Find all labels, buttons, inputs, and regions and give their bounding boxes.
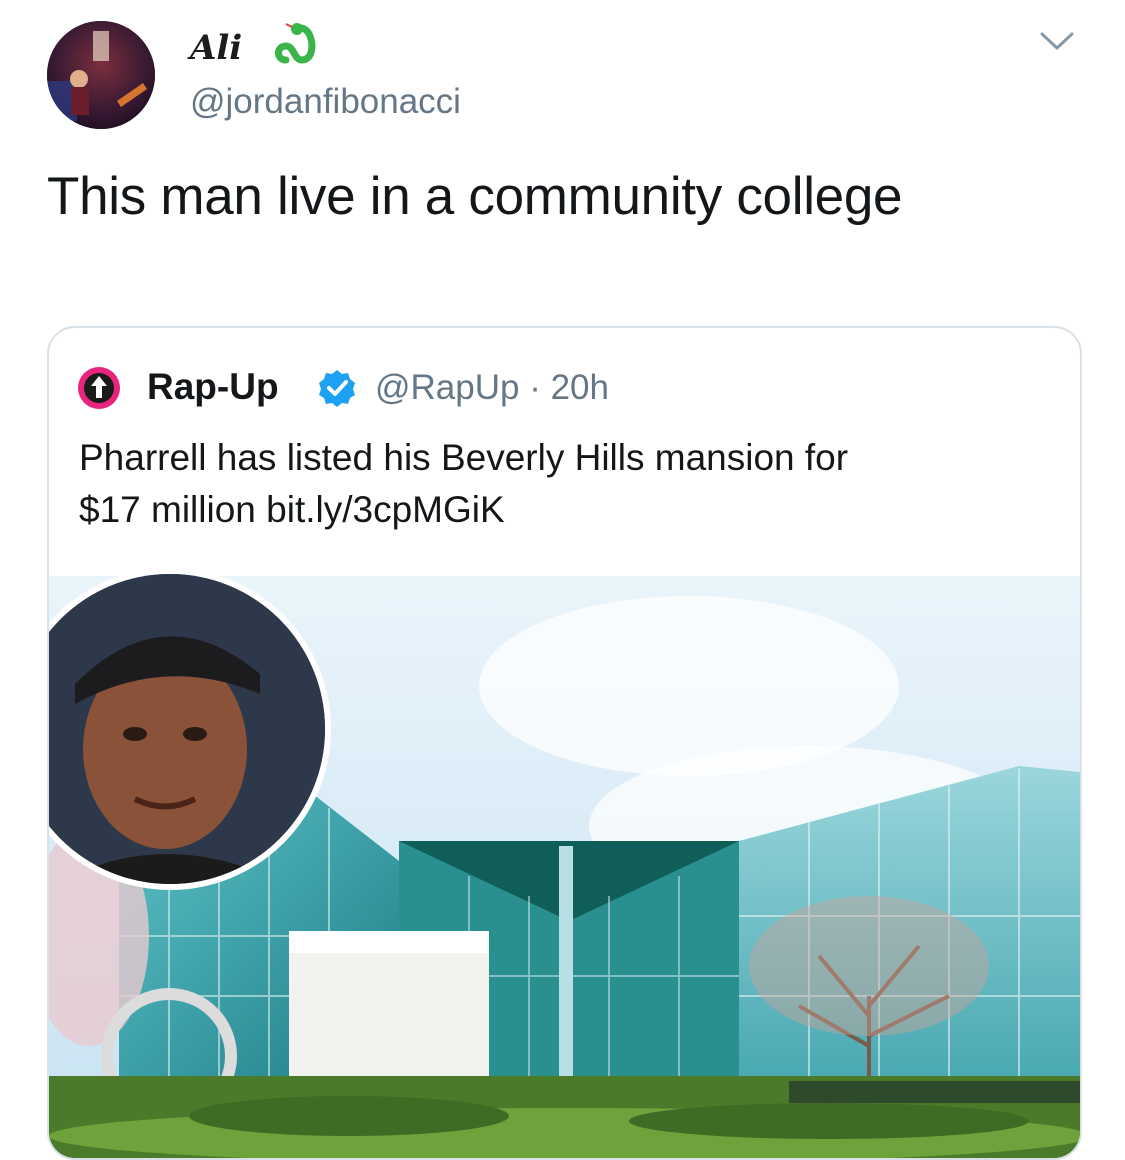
user-avatar[interactable] [47, 21, 155, 129]
snake-icon [275, 23, 316, 64]
display-name[interactable]: Ali [190, 28, 242, 68]
user-handle[interactable]: @jordanfibonacci [190, 82, 461, 122]
quoted-text-line: Pharrell has listed his Beverly Hills ma… [79, 437, 849, 478]
quoted-display-name[interactable]: Rap-Up [147, 366, 279, 408]
tweet-header: Ali @jordanfibonacci [0, 0, 1125, 150]
quoted-meta[interactable]: @RapUp · 20h [375, 368, 609, 408]
quoted-text-line[interactable]: $17 million bit.ly/3cpMGiK [79, 484, 1059, 536]
rapup-logo-icon[interactable] [77, 366, 121, 410]
quoted-text: Pharrell has listed his Beverly Hills ma… [79, 432, 1059, 536]
quoted-tweet-card[interactable]: Rap-Up @RapUp · 20h Pharrell has listed … [47, 326, 1082, 1160]
chevron-down-icon[interactable] [1038, 28, 1076, 54]
verified-badge-icon [319, 370, 355, 407]
tweet-text: This man live in a community college [47, 167, 903, 226]
